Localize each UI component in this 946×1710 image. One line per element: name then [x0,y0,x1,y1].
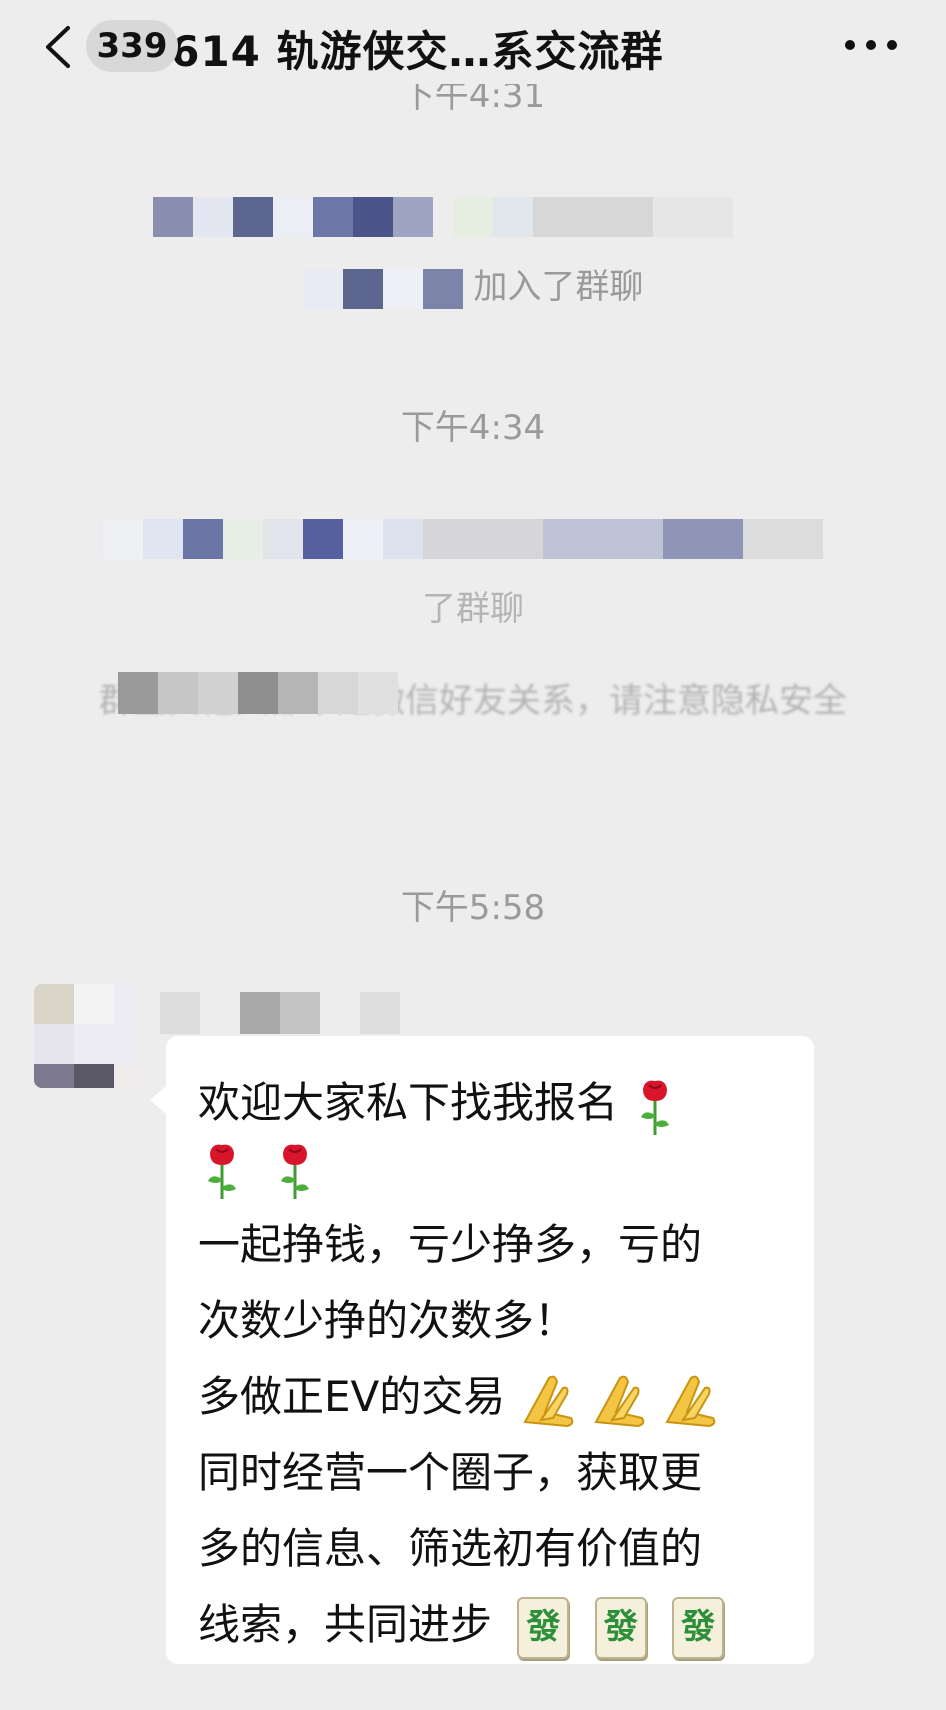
timestamp: 下午4:31 [400,84,546,116]
message-line: 线索，共同进步 發 發 發 [198,1592,725,1659]
rose-icon [208,1144,236,1199]
rose-icon [641,1080,670,1135]
sender-avatar[interactable] [34,984,138,1088]
mahjong-fa-icon: 發 [672,1596,725,1659]
system-message-blurred [70,512,876,562]
message-line: 次数少挣的次数多！ [198,1296,577,1345]
mahjong-fa-icon: 發 [517,1596,570,1659]
message-line: 一起挣钱，亏少挣多，亏的 [198,1220,703,1269]
redacted-text [103,518,823,559]
chat-title: 0614 轨游侠交…系交流群 [140,27,664,76]
system-message: 了群聊 [422,589,524,629]
folded-hands-icon [523,1375,573,1427]
redacted-name [302,268,463,309]
unread-count-badge[interactable]: 339 [86,20,178,72]
avatar-image [34,984,138,1088]
back-icon[interactable] [38,24,78,70]
message-line [198,1134,319,1201]
rose-icon [281,1144,310,1199]
system-message-join: 加入了群聊 [70,262,876,312]
timestamp: 下午5:58 [400,888,546,928]
system-message-blurred [70,190,876,240]
redacted-text [118,672,398,714]
message-line: 多的信息、筛选初有价值的 [198,1524,703,1573]
mahjong-fa-icon: 發 [594,1596,647,1659]
folded-hands-icon [594,1375,645,1427]
sender-name-redacted [160,992,400,1034]
message-line: 欢迎大家私下找我报名 [198,1070,679,1137]
more-options-icon[interactable] [840,30,902,60]
message-line: 多做正EV的交易 [198,1364,719,1430]
message-line: 同时经营一个圈子，获取更 [198,1448,703,1497]
folded-hands-icon [665,1375,716,1427]
message-bubble[interactable]: 欢迎大家私下找我报名 一起挣钱，亏少挣多，亏的 次数少挣的次数多！ 多做正EV的… [150,1036,814,1664]
redacted-text [153,196,733,237]
timestamp: 下午4:34 [400,408,546,448]
